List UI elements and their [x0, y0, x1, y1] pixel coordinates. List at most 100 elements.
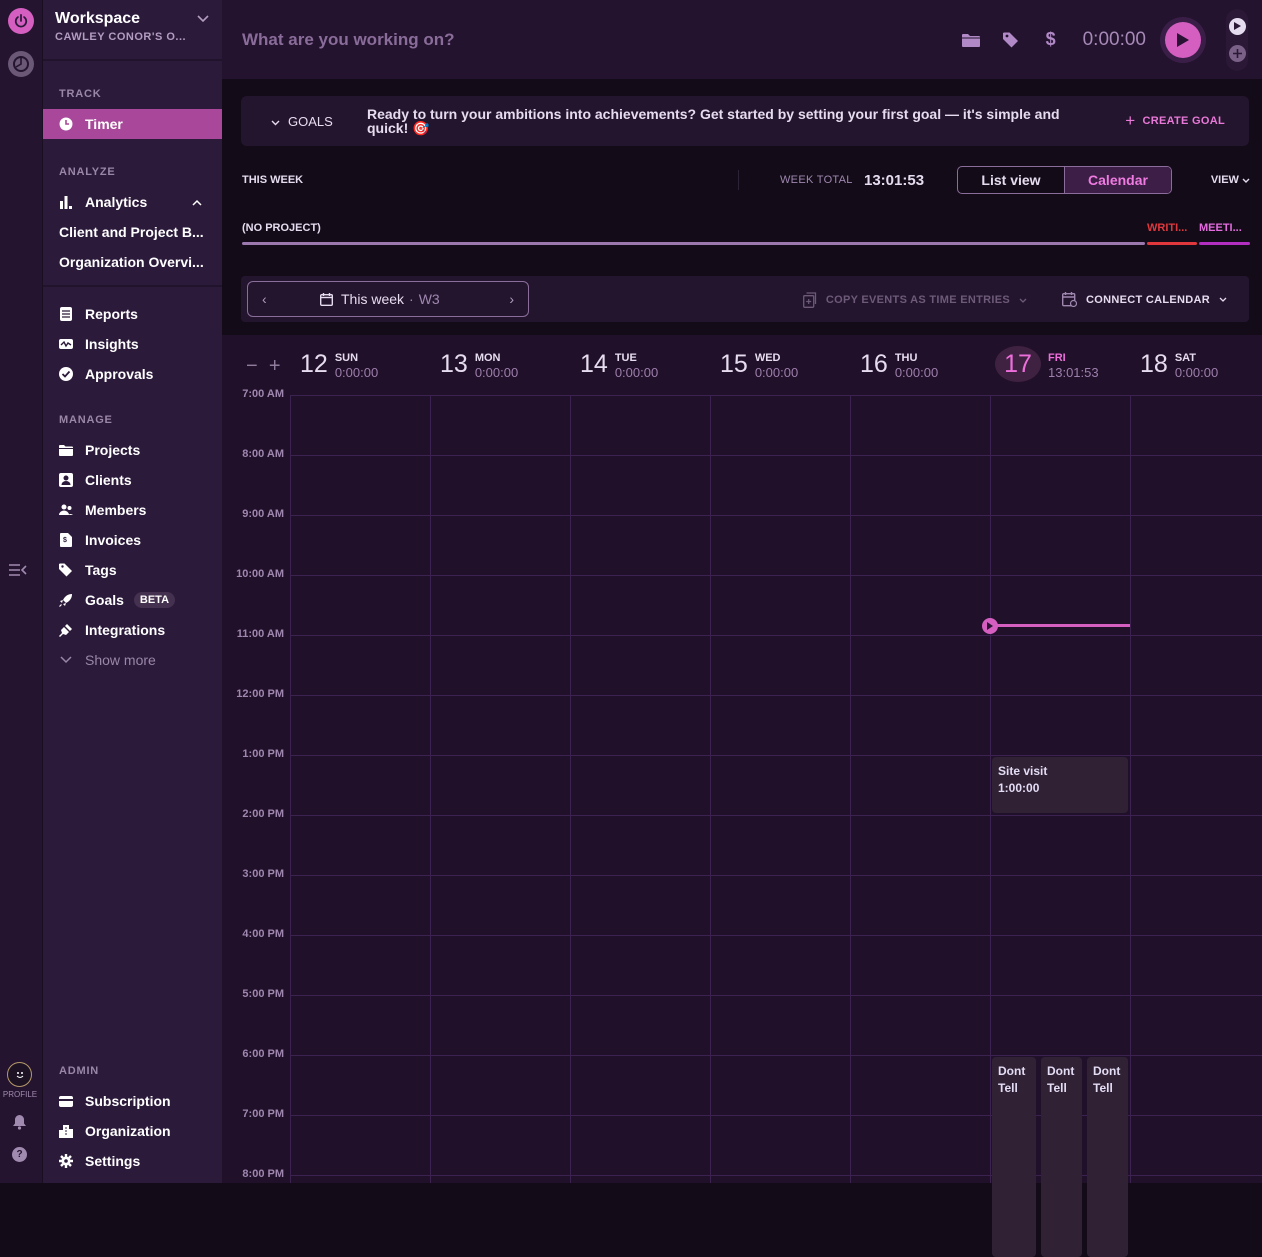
manual-mode-button[interactable]	[1228, 44, 1246, 62]
sidebar-item-timer[interactable]: Timer	[43, 109, 222, 139]
plug-icon	[59, 623, 73, 637]
day-number: 15	[720, 350, 748, 378]
main-content: What are you working on? $ 0:00:00 GOALS…	[222, 0, 1262, 1257]
sidebar-item-label: Settings	[85, 1153, 141, 1169]
power-button[interactable]	[8, 8, 34, 34]
copy-events-button[interactable]: COPY EVENTS AS TIME ENTRIES	[802, 292, 1027, 308]
gear-icon	[59, 1154, 73, 1168]
sidebar-item-settings[interactable]: Settings	[43, 1146, 222, 1176]
collapse-sidebar-button[interactable]	[8, 562, 28, 583]
zoom-out-button[interactable]: −	[246, 355, 258, 377]
sidebar-item-organization-overview[interactable]: Organization Overvi...	[43, 247, 222, 277]
sidebar-item-reports[interactable]: Reports	[43, 299, 222, 329]
list-view-tab[interactable]: List view	[958, 167, 1064, 193]
sidebar: Workspace CAWLEY CONOR'S O... TRACK Time…	[43, 0, 222, 1183]
project-picker-button[interactable]	[951, 33, 991, 47]
goals-label: GOALS	[288, 113, 333, 129]
workspace-switcher[interactable]: Workspace CAWLEY CONOR'S O...	[43, 0, 222, 61]
day-header-thu[interactable]: 16 THU 0:00:00	[860, 349, 938, 380]
sidebar-item-projects[interactable]: Projects	[43, 435, 222, 465]
calendar-grid[interactable]: Site visit 1:00:00 Dont Tell Dont Tell Dont …	[290, 395, 1262, 1257]
chevron-up-icon	[192, 199, 202, 206]
day-name: WED	[754, 352, 781, 364]
connect-calendar-label: CONNECT CALENDAR	[1086, 293, 1210, 306]
rocket-icon	[59, 593, 73, 607]
create-goal-label: CREATE GOAL	[1142, 115, 1225, 127]
event-title: Dont Tell	[1093, 1064, 1121, 1095]
day-header-mon[interactable]: 13 MON 0:00:00	[440, 349, 518, 380]
day-header-sun[interactable]: 12 SUN 0:00:00	[300, 349, 378, 380]
time-entry-event[interactable]: Dont Tell	[1087, 1057, 1128, 1257]
time-tracker-button[interactable]	[8, 51, 34, 77]
sidebar-item-members[interactable]: Members	[43, 495, 222, 525]
week-label[interactable]: This week	[341, 291, 404, 307]
sidebar-item-integrations[interactable]: Integrations	[43, 615, 222, 645]
view-menu-button[interactable]: VIEW	[1211, 174, 1250, 186]
sidebar-show-more[interactable]: Show more	[43, 645, 222, 675]
week-picker: ‹ This week · W3 ›	[247, 281, 529, 317]
day-total: 0:00:00	[474, 365, 519, 380]
notifications-button[interactable]	[12, 1114, 27, 1135]
day-header-tue[interactable]: 14 TUE 0:00:00	[580, 349, 658, 380]
timer-display: 0:00:00	[1082, 28, 1146, 50]
sidebar-item-label: Clients	[85, 472, 132, 488]
sidebar-item-analytics[interactable]: Analytics	[43, 187, 222, 217]
tag-picker-button[interactable]	[991, 32, 1031, 48]
hour-gridline	[290, 455, 1262, 456]
hour-gridline	[290, 635, 1262, 636]
time-entry-event[interactable]: Dont Tell	[1041, 1057, 1082, 1257]
tag-icon	[59, 563, 73, 577]
divider	[738, 170, 739, 190]
sidebar-item-tags[interactable]: Tags	[43, 555, 222, 585]
timer-mode-button[interactable]	[1228, 17, 1246, 35]
invoice-icon: $	[59, 533, 73, 547]
sidebar-item-label: Projects	[85, 442, 141, 458]
day-number: 14	[580, 350, 608, 378]
avatar[interactable]	[7, 1062, 32, 1087]
day-total: 0:00:00	[614, 365, 659, 380]
hour-gridline	[290, 875, 1262, 876]
hour-gridline	[290, 575, 1262, 576]
week-number: W3	[418, 291, 440, 307]
start-timer-button[interactable]	[1160, 16, 1206, 63]
create-goal-button[interactable]: + CREATE GOAL	[1125, 111, 1225, 131]
day-header-fri[interactable]: 17 FRI 13:01:53	[995, 346, 1099, 382]
day-number: 12	[300, 350, 328, 378]
time-entry-event[interactable]: Site visit 1:00:00	[992, 757, 1128, 813]
sidebar-item-client-project-breakdown[interactable]: Client and Project B...	[43, 217, 222, 247]
current-time-marker[interactable]	[982, 618, 998, 634]
hour-label: 7:00 PM	[242, 1108, 284, 1120]
next-week-button[interactable]: ›	[509, 291, 514, 307]
sidebar-item-invoices[interactable]: $ Invoices	[43, 525, 222, 555]
sidebar-item-subscription[interactable]: Subscription	[43, 1086, 222, 1116]
connect-calendar-button[interactable]: CONNECT CALENDAR	[1062, 292, 1227, 307]
project-breakdown: (NO PROJECT) WRITI... MEETI...	[242, 222, 1250, 245]
sidebar-item-label: Insights	[85, 336, 139, 352]
prev-week-button[interactable]: ‹	[262, 291, 267, 307]
sidebar-item-approvals[interactable]: Approvals	[43, 359, 222, 389]
play-icon	[1177, 32, 1189, 47]
day-header-wed[interactable]: 15 WED 0:00:00	[720, 349, 798, 380]
dot-separator: ·	[409, 291, 414, 307]
hour-label: 8:00 PM	[242, 1168, 284, 1180]
bell-icon	[13, 1115, 26, 1130]
mode-switch	[1226, 8, 1248, 71]
sidebar-item-insights[interactable]: Insights	[43, 329, 222, 359]
goals-toggle[interactable]: GOALS	[271, 114, 367, 129]
sidebar-item-goals[interactable]: Goals BETA	[43, 585, 222, 615]
time-entry-event[interactable]: Dont Tell	[992, 1057, 1036, 1257]
view-menu-label: VIEW	[1210, 174, 1239, 186]
sidebar-item-label: Organization	[85, 1123, 171, 1139]
help-icon[interactable]: ?	[12, 1147, 27, 1162]
calendar-view-tab[interactable]: Calendar	[1064, 167, 1171, 193]
description-input[interactable]: What are you working on?	[242, 30, 455, 50]
timer-clock-icon	[13, 56, 29, 72]
sidebar-item-organization[interactable]: Organization	[43, 1116, 222, 1146]
sidebar-item-clients[interactable]: Clients	[43, 465, 222, 495]
day-header-sat[interactable]: 18 SAT 0:00:00	[1140, 349, 1218, 380]
billable-toggle[interactable]: $	[1031, 29, 1071, 50]
event-duration: 1:00:00	[998, 781, 1040, 795]
event-title: Dont Tell	[1047, 1064, 1075, 1095]
hour-label: 3:00 PM	[242, 868, 284, 880]
zoom-in-button[interactable]: +	[269, 355, 281, 377]
